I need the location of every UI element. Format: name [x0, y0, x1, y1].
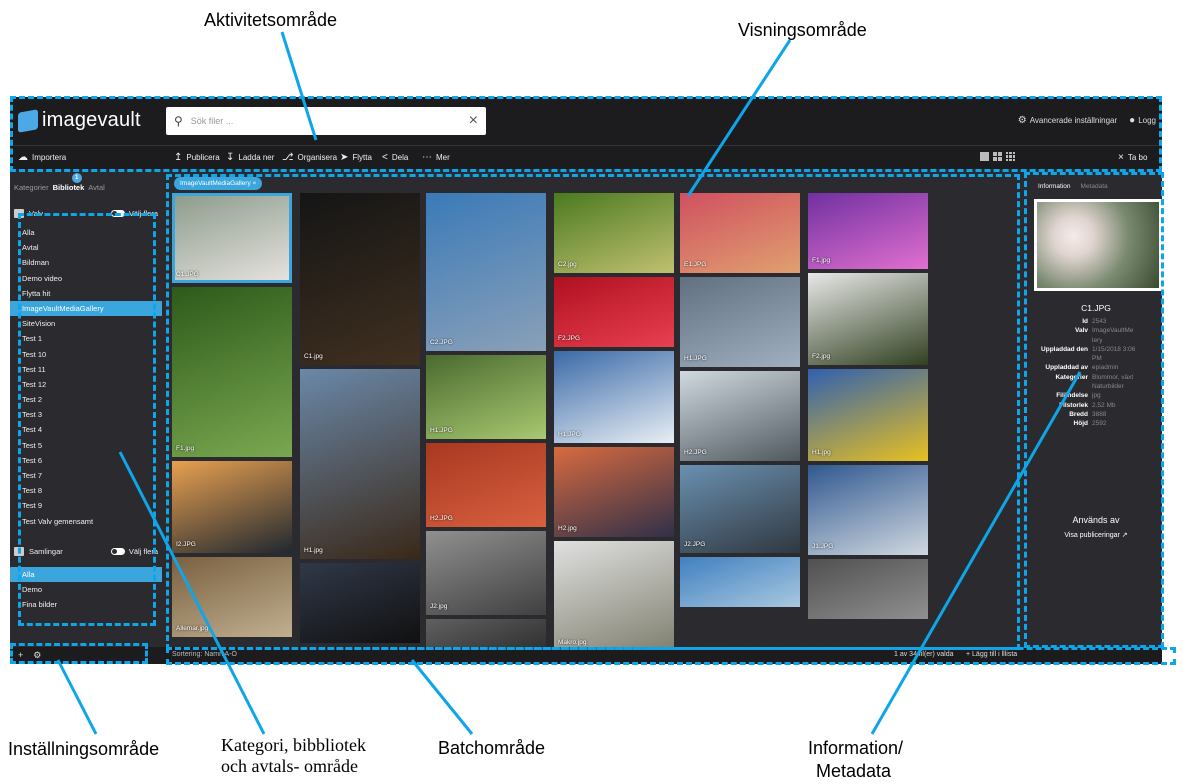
callout-lines: [56, 31, 1082, 735]
callout-display: [686, 39, 792, 197]
callout-settings: [56, 659, 98, 735]
callout-info: [870, 371, 1082, 735]
callout-batch: [410, 659, 474, 735]
callout-category: [118, 451, 266, 735]
callout-activity: [280, 31, 318, 141]
